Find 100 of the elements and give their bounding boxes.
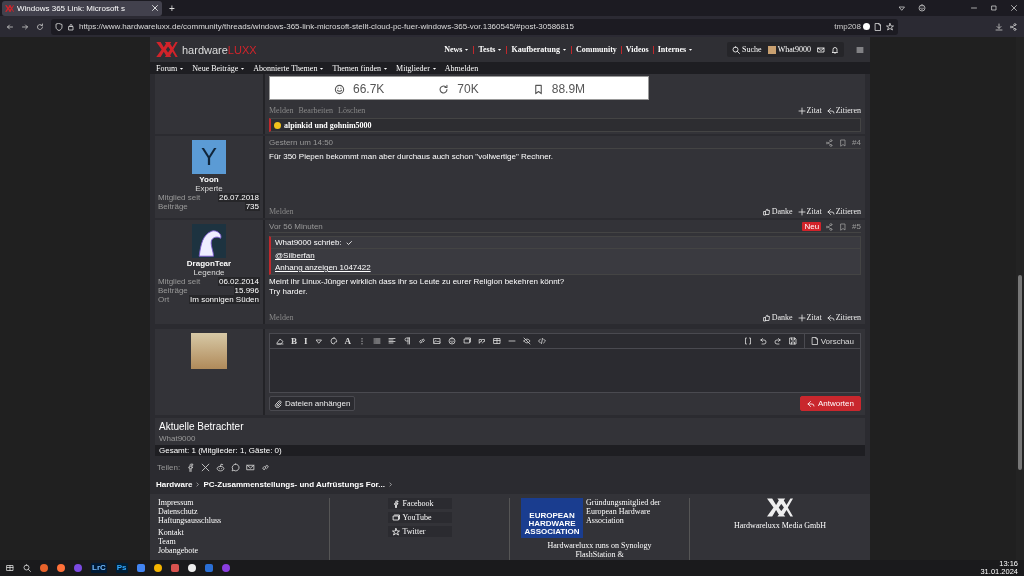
post-time[interactable]: Vor 56 Minuten bbox=[269, 222, 323, 231]
maximize-icon[interactable] bbox=[990, 4, 998, 12]
image-icon[interactable] bbox=[433, 337, 442, 345]
mail-icon[interactable] bbox=[817, 45, 825, 54]
post-action-link[interactable]: Melden bbox=[269, 106, 294, 115]
message-editor[interactable]: B I A Vorschau bbox=[269, 333, 861, 393]
nav-link[interactable]: Neue Beiträge bbox=[192, 63, 246, 73]
download-icon[interactable] bbox=[995, 22, 1003, 31]
author-name[interactable]: DragonTear bbox=[186, 259, 232, 268]
nav-link[interactable]: Kaufberatung bbox=[511, 45, 567, 54]
paragraph-icon[interactable] bbox=[403, 337, 412, 345]
bookmark-icon[interactable] bbox=[839, 138, 848, 147]
reader-icon[interactable] bbox=[874, 22, 882, 31]
nav-link[interactable]: Mitglieder bbox=[396, 63, 437, 73]
format-button[interactable]: I bbox=[304, 336, 308, 346]
hide-icon[interactable] bbox=[523, 337, 532, 345]
nav-link[interactable]: Themen finden bbox=[332, 63, 389, 73]
nav-link[interactable]: Videos bbox=[625, 45, 649, 54]
new-tab-button[interactable]: + bbox=[166, 2, 178, 14]
avatar-letter[interactable]: Y bbox=[192, 140, 226, 174]
footer-link[interactable]: Team bbox=[158, 537, 321, 546]
user-link[interactable]: What9000 bbox=[767, 45, 811, 54]
post-action-link[interactable]: Zitieren bbox=[826, 106, 861, 115]
preview-button[interactable]: Vorschau bbox=[803, 334, 854, 348]
post-action-link[interactable]: Zitat bbox=[797, 313, 822, 322]
reply-button[interactable]: Antworten bbox=[799, 396, 861, 411]
reactions-bar[interactable]: alpinkid und gohnim5000 bbox=[269, 118, 861, 132]
profile-label[interactable]: tmp208 bbox=[834, 22, 870, 31]
brackets-icon[interactable] bbox=[743, 337, 752, 345]
undo-icon[interactable] bbox=[758, 337, 767, 345]
mail-icon[interactable] bbox=[246, 463, 256, 472]
star-icon[interactable] bbox=[886, 22, 894, 31]
link-icon[interactable] bbox=[261, 463, 271, 472]
author-name[interactable]: Yoon bbox=[199, 175, 219, 184]
media-icon[interactable] bbox=[463, 337, 472, 345]
nav-link[interactable]: Forum bbox=[156, 63, 185, 73]
nav-link[interactable]: Tests bbox=[478, 45, 503, 54]
social-button[interactable]: Facebook bbox=[387, 498, 452, 509]
palette-icon[interactable] bbox=[329, 337, 338, 345]
nav-link[interactable]: Abonnierte Themen bbox=[253, 63, 325, 73]
code-icon[interactable] bbox=[538, 337, 547, 345]
bell-icon[interactable] bbox=[831, 45, 839, 54]
breadcrumb-link[interactable]: PC-Zusammenstellungs- und Aufrüstungs For... bbox=[203, 480, 385, 489]
quote-icon[interactable] bbox=[478, 337, 487, 345]
table-icon[interactable] bbox=[493, 337, 502, 345]
attach-files-button[interactable]: Dateien anhängen bbox=[269, 396, 356, 411]
post-action-link[interactable]: Melden bbox=[269, 207, 294, 216]
whatsapp-icon[interactable] bbox=[231, 463, 241, 472]
list-icon[interactable] bbox=[373, 337, 382, 345]
forward-icon[interactable] bbox=[21, 22, 29, 31]
minimize-icon[interactable] bbox=[970, 4, 978, 12]
app-icon[interactable]: LrC bbox=[91, 563, 107, 573]
nav-link[interactable]: Internes bbox=[657, 45, 694, 54]
post-action-link[interactable]: Zitieren bbox=[826, 207, 861, 216]
nav-link[interactable]: Community bbox=[575, 45, 617, 54]
association-logo[interactable]: EUROPEAN HARDWARE ASSOCIATION bbox=[521, 498, 583, 538]
post-action-link[interactable]: Zitat bbox=[797, 207, 822, 216]
facebook-icon[interactable] bbox=[186, 463, 196, 472]
post-action-link[interactable]: Zitieren bbox=[826, 313, 861, 322]
format-button[interactable]: A bbox=[344, 336, 352, 346]
post-time[interactable]: Gestern um 14:50 bbox=[269, 138, 334, 147]
footer-link[interactable]: Kontakt bbox=[158, 528, 321, 537]
reddit-icon[interactable] bbox=[216, 463, 226, 472]
app-icon[interactable] bbox=[57, 564, 65, 572]
post-action-link[interactable]: Löschen bbox=[338, 106, 366, 115]
post-action-link[interactable]: Bearbeiten bbox=[298, 106, 334, 115]
social-button[interactable]: Twitter bbox=[387, 526, 452, 537]
x-logo-icon[interactable] bbox=[201, 463, 211, 472]
post-action-link[interactable]: Zitat bbox=[797, 106, 822, 115]
line-icon[interactable] bbox=[508, 337, 517, 345]
eraser-icon[interactable] bbox=[276, 337, 284, 345]
viewer-name[interactable]: What9000 bbox=[159, 434, 196, 443]
chevron-down-icon[interactable] bbox=[898, 4, 906, 12]
save-icon[interactable] bbox=[788, 337, 797, 345]
post-number[interactable]: #5 bbox=[852, 222, 861, 231]
app-icon[interactable]: Ps bbox=[115, 563, 128, 573]
logo-icon[interactable] bbox=[156, 42, 178, 57]
nav-link[interactable]: News bbox=[444, 45, 470, 54]
back-icon[interactable] bbox=[6, 22, 14, 31]
post-action-link[interactable]: Melden bbox=[269, 313, 294, 322]
redo-icon[interactable] bbox=[773, 337, 782, 345]
bookmark-icon[interactable] bbox=[839, 222, 848, 231]
post-action-link[interactable]: Danke bbox=[762, 313, 793, 322]
share-icon[interactable] bbox=[826, 222, 835, 231]
browser-tab[interactable]: Windows 365 Link: Microsoft s bbox=[2, 0, 162, 16]
address-bar[interactable]: https://www.hardwareluxx.de/community/threads/windows-365-link-microsoft-stellt-cloud-pc-fuer-windows-365-vor.1360545/#post-30586815 tmp208 bbox=[51, 18, 898, 35]
menu-icon[interactable] bbox=[856, 45, 864, 54]
link-icon[interactable] bbox=[418, 337, 427, 345]
post-action-link[interactable]: Danke bbox=[762, 207, 793, 216]
align-icon[interactable] bbox=[388, 337, 397, 345]
avatar-drawing[interactable] bbox=[192, 224, 226, 258]
social-button[interactable]: YouTube bbox=[387, 512, 452, 523]
search-link[interactable]: Suche bbox=[732, 45, 762, 54]
breadcrumb-link[interactable]: Hardware bbox=[156, 480, 193, 489]
share-icon[interactable] bbox=[1010, 22, 1018, 31]
nav-link[interactable]: Abmelden bbox=[444, 63, 479, 73]
footer-link[interactable]: Datenschutz bbox=[158, 507, 321, 516]
reload-icon[interactable] bbox=[36, 22, 44, 31]
quote-link[interactable]: Anhang anzeigen 1047422 bbox=[275, 263, 371, 272]
close-icon[interactable] bbox=[1010, 4, 1018, 12]
